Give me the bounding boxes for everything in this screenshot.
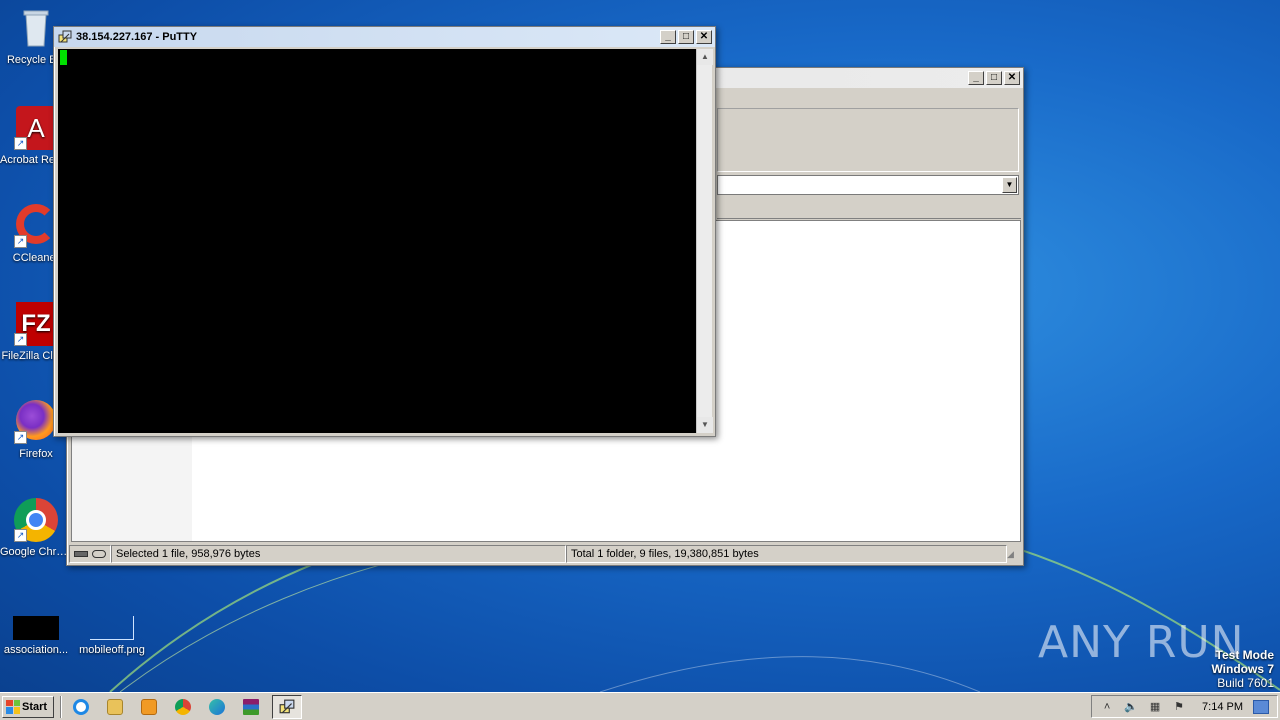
close-button[interactable]: ✕ <box>696 30 712 44</box>
desktop-icon-association[interactable]: association... <box>0 616 72 657</box>
column-header[interactable] <box>717 202 1021 219</box>
putty-titlebar[interactable]: 38.154.227.167 - PuTTY _ □ ✕ <box>54 27 715 47</box>
filezilla-icon: FZ ↗ <box>14 302 58 346</box>
show-desktop-icon[interactable] <box>1253 699 1269 714</box>
desktop-icon-mobileoff[interactable]: mobileoff.png <box>76 616 148 657</box>
maximize-button[interactable]: □ <box>678 30 694 44</box>
shortcut-arrow-icon: ↗ <box>14 529 27 542</box>
scroll-down-icon[interactable]: ▼ <box>697 417 713 433</box>
shortcut-arrow-icon: ↗ <box>14 431 27 444</box>
terminal-cursor <box>60 50 67 65</box>
key-icon <box>92 550 106 558</box>
firefox-icon: ↗ <box>14 400 58 444</box>
shortcut-arrow-icon: ↗ <box>14 235 27 248</box>
image-thumbnail-icon <box>90 616 134 640</box>
ccleaner-icon: ↗ <box>14 204 58 248</box>
chrome-icon <box>175 698 191 715</box>
internet-explorer-icon <box>73 698 89 715</box>
toolbar-area <box>717 108 1019 172</box>
folder-icon <box>107 698 123 715</box>
shortcut-arrow-icon: ↗ <box>14 333 27 346</box>
action-center-flag-icon[interactable]: ⚑ <box>1172 700 1186 714</box>
quicklaunch-chrome[interactable] <box>170 696 196 718</box>
system-tray: ˄ 🔈 ▦ ⚑ 7:14 PM <box>1091 695 1278 718</box>
status-selected: Selected 1 file, 958,976 bytes <box>111 545 566 563</box>
windows-logo-icon <box>6 699 20 714</box>
test-mode-watermark: Test Mode Windows 7 Build 7601 <box>1211 648 1274 690</box>
show-hidden-icons-icon[interactable]: ˄ <box>1100 700 1114 714</box>
desktop-icon-chrome[interactable]: ↗ Google Chrome <box>0 498 72 559</box>
quicklaunch-edge[interactable] <box>204 696 230 718</box>
start-button[interactable]: Start <box>2 695 54 718</box>
status-bar: Selected 1 file, 958,976 bytes Total 1 f… <box>69 545 1021 563</box>
maximize-button[interactable]: □ <box>986 71 1002 85</box>
minimize-button[interactable]: _ <box>660 30 676 44</box>
media-player-icon <box>141 698 157 715</box>
quicklaunch-media-player[interactable] <box>136 696 162 718</box>
scroll-up-icon[interactable]: ▲ <box>697 49 713 65</box>
recycle-bin-icon <box>14 6 58 50</box>
image-thumbnail-icon <box>13 616 59 640</box>
taskbar-separator <box>60 695 62 718</box>
quicklaunch-ie[interactable] <box>68 696 94 718</box>
putty-title: 38.154.227.167 - PuTTY <box>76 31 198 43</box>
quicklaunch-winrar[interactable] <box>238 696 264 718</box>
quicklaunch-explorer[interactable] <box>102 696 128 718</box>
status-icons <box>69 545 111 563</box>
path-combobox[interactable]: ▼ <box>717 175 1019 195</box>
clock[interactable]: 7:14 PM <box>1202 701 1243 713</box>
acrobat-icon: A ↗ <box>14 106 58 150</box>
winrar-icon <box>243 698 259 715</box>
putty-icon <box>58 30 72 44</box>
volume-icon[interactable]: 🔈 <box>1124 700 1138 714</box>
drive-icon <box>74 551 88 557</box>
terminal-area[interactable] <box>58 49 697 433</box>
vertical-scrollbar[interactable]: ▲ ▼ <box>696 49 713 433</box>
chrome-icon: ↗ <box>14 498 58 542</box>
chevron-down-icon[interactable]: ▼ <box>1002 177 1017 193</box>
resize-grip-icon[interactable]: ◢ <box>1007 545 1019 563</box>
taskbar-putty-button[interactable] <box>272 694 302 719</box>
minimize-button[interactable]: _ <box>968 71 984 85</box>
taskbar: Start ˄ 🔈 ▦ ⚑ 7:14 PM <box>0 692 1280 720</box>
putty-icon <box>279 699 295 715</box>
shortcut-arrow-icon: ↗ <box>14 137 27 150</box>
putty-window[interactable]: 38.154.227.167 - PuTTY _ □ ✕ ▲ ▼ <box>53 26 716 437</box>
close-button[interactable]: ✕ <box>1004 71 1020 85</box>
edge-icon <box>209 698 225 715</box>
network-icon[interactable]: ▦ <box>1148 700 1162 714</box>
status-total: Total 1 folder, 9 files, 19,380,851 byte… <box>566 545 1007 563</box>
